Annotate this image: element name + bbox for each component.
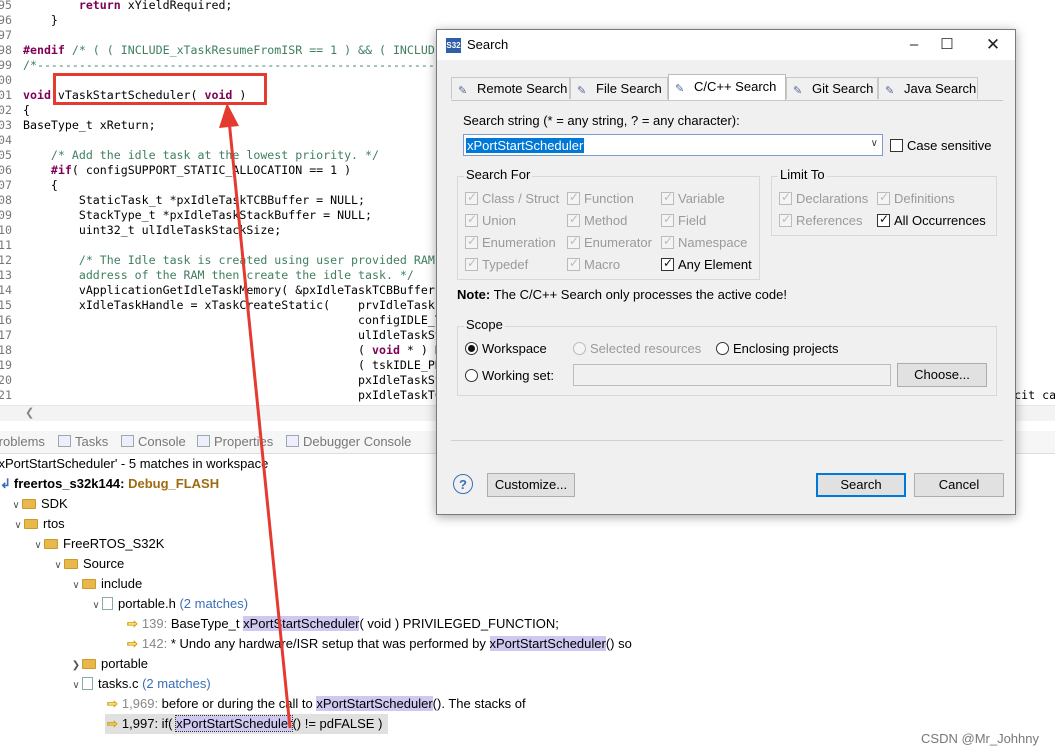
arrow-line xyxy=(227,119,292,729)
annotation-arrow xyxy=(219,103,292,729)
arrow-head xyxy=(219,103,239,128)
